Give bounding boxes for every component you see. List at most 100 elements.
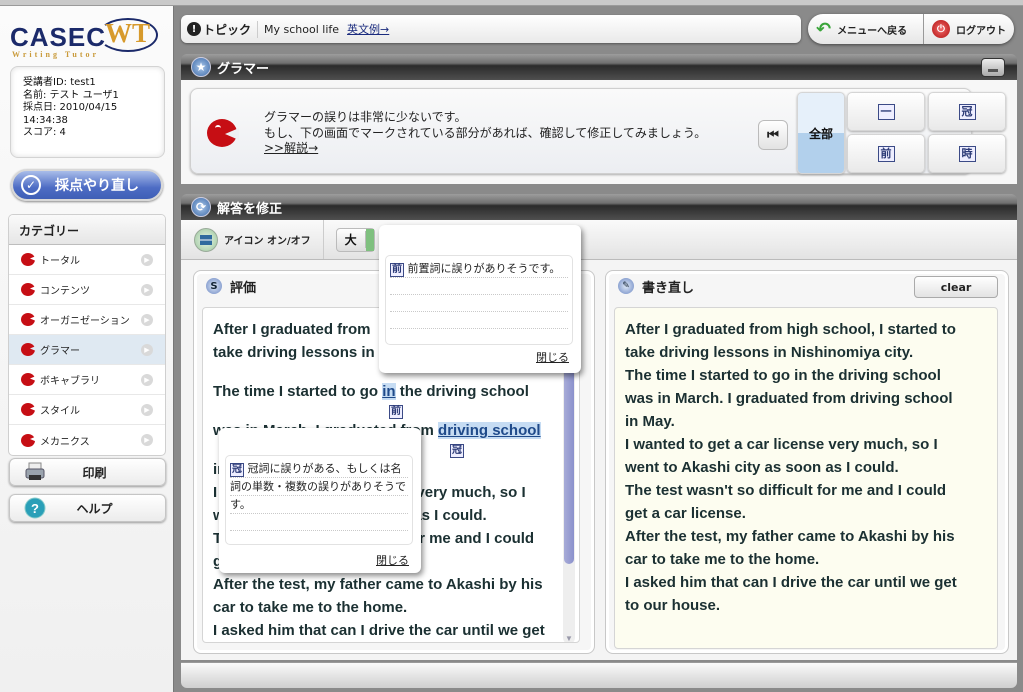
help-button[interactable]: ? ヘルプ: [9, 494, 166, 522]
text-line: The time I started to go in the driving …: [213, 380, 569, 403]
arrow-right-icon: ▶: [141, 344, 153, 356]
popup-text: 冠 冠詞に誤りがある、もしくは名: [230, 460, 408, 478]
evaluation-icon: S: [206, 278, 222, 294]
filter-article-button[interactable]: 冠: [928, 92, 1006, 131]
text-line: take driving lessons in Nishinomiya city…: [625, 344, 914, 361]
preposition-mark-icon[interactable]: 前: [389, 405, 403, 419]
grid-icon: [194, 227, 218, 252]
error-highlight-article[interactable]: driving school: [438, 422, 541, 439]
preposition-popup: 前 前置詞に誤りがありそうです。 閉じる: [379, 225, 581, 373]
popup-blank-line: [390, 312, 568, 329]
pacman-icon: [21, 343, 35, 356]
text-line: I wanted to get a car license very much,…: [625, 436, 938, 453]
text-line: get a car license.: [625, 505, 746, 522]
refresh-icon: ⟳: [191, 197, 211, 217]
arrow-right-icon: ▶: [141, 254, 153, 266]
logout-button[interactable]: ⏻ ログアウト: [924, 14, 1006, 44]
icon-toggle-label: アイコン オン/オフ: [224, 236, 311, 247]
arrow-right-icon: ▶: [141, 284, 153, 296]
example-essay-link[interactable]: 英文例→: [347, 21, 389, 37]
text-line: After the test, my father came to Akashi…: [213, 576, 543, 593]
logo-casec: CASEC: [10, 22, 107, 52]
filter-tense-button[interactable]: 時: [928, 134, 1006, 173]
popup-message: 詞の単数・複数の誤りがありそうで: [230, 478, 408, 496]
popup-close-link[interactable]: 閉じる: [536, 349, 569, 365]
category-label: スタイル: [40, 406, 80, 417]
article-mark-icon[interactable]: 冠: [450, 444, 464, 458]
grammar-panel-header: ★ グラマー: [181, 54, 1017, 80]
nav-buttons: ↶ メニューへ戻る ⏻ ログアウト: [808, 14, 1014, 44]
filter-preposition-label: 前: [877, 145, 895, 162]
popup-text: 前 前置詞に誤りがありそうです。: [390, 260, 568, 278]
text-line: car to take me to the home.: [213, 599, 408, 616]
category-label: メカニクス: [40, 436, 90, 448]
message-line-2: もし、下の画面でマークされている部分があれば、確認して修正してみましょう。: [264, 125, 707, 140]
icon-toggle-button[interactable]: アイコン オン/オフ: [181, 220, 324, 259]
help-label: ヘルプ: [76, 501, 113, 516]
popup-blank-line: [230, 514, 408, 531]
scroll-down-icon[interactable]: ▼: [565, 627, 573, 642]
filter-preposition-button[interactable]: 前: [847, 134, 925, 173]
grammar-message: グラマーの誤りは非常に少ないです。 もし、下の画面でマークされている部分があれば…: [264, 110, 706, 157]
check-icon: ✓: [21, 175, 41, 195]
rewrite-panel: ✎ 書き直し clear After I graduated from high…: [605, 270, 1009, 654]
category-item-style[interactable]: スタイル ▶: [9, 395, 165, 425]
score: スコア: 4: [23, 127, 66, 139]
minimize-button[interactable]: [981, 58, 1005, 77]
power-icon: ⏻: [932, 20, 950, 38]
text-line: car to take me to the home.: [625, 551, 820, 568]
scoring-date: 採点日: 2010/04/15: [23, 102, 118, 114]
clear-button[interactable]: clear: [914, 276, 998, 298]
grammar-panel-body: グラマーの誤りは非常に少ないです。 もし、下の画面でマークされている部分があれば…: [181, 80, 1017, 184]
text-line: was in March. I graduated from driving s…: [625, 390, 953, 407]
sidebar: CASEC WT Writing Tutor 受講者ID: test1 名前: …: [0, 6, 174, 692]
filter-all-button[interactable]: 全部: [797, 92, 845, 174]
text-line: After the test, my father came to Akashi…: [625, 528, 955, 545]
text-line: The test wasn't so difficult for me and …: [625, 482, 947, 499]
logo-wt: WT: [105, 18, 151, 48]
category-label: グラマー: [40, 346, 80, 357]
article-popup: 冠 冠詞に誤りがある、もしくは名 詞の単数・複数の誤りがありそうで す。 閉じる: [219, 428, 421, 573]
topic-value: My school life: [264, 22, 340, 36]
arrow-right-icon: ▶: [141, 374, 153, 386]
text-size-toggle[interactable]: 大: [335, 227, 375, 252]
popup-message: 冠詞に誤りがある、もしくは名: [247, 462, 402, 475]
fix-toolbar: アイコン オン/オフ 大: [181, 220, 1017, 260]
category-item-total[interactable]: トータル ▶: [9, 245, 165, 275]
category-label: ボキャブラリ: [40, 376, 100, 387]
info-icon: !: [187, 22, 201, 36]
error-highlight-preposition[interactable]: in: [382, 383, 396, 400]
text-line: I asked him that can I drive the car unt…: [625, 574, 957, 591]
category-label: オーガニゼーション: [40, 316, 130, 327]
text-line: I asked him that can I drive the car unt…: [213, 622, 545, 639]
explanation-link[interactable]: >>解説→: [264, 141, 318, 155]
category-item-organization[interactable]: オーガニゼーション ▶: [9, 305, 165, 335]
category-item-contents[interactable]: コンテンツ ▶: [9, 275, 165, 305]
grammar-panel-title: グラマー: [217, 61, 270, 77]
category-item-mechanics[interactable]: メカニクス ▶: [9, 425, 165, 455]
back-to-menu-button[interactable]: ↶ メニューへ戻る: [808, 14, 924, 44]
star-icon: ★: [191, 57, 211, 77]
size-indicator: [365, 228, 374, 251]
redo-scoring-button[interactable]: ✓ 採点やり直し: [11, 169, 163, 201]
pacman-icon: [21, 283, 35, 296]
article-badge-icon: 冠: [230, 463, 244, 477]
back-to-menu-label: メニューへ戻る: [837, 25, 908, 37]
category-list: カテゴリー トータル ▶ コンテンツ ▶ オーガニゼーション ▶ グラマー ▶ ボキャブ…: [8, 214, 166, 456]
popup-close-link[interactable]: 閉じる: [376, 552, 409, 568]
filter-ichi-button[interactable]: 一: [847, 92, 925, 131]
arrow-right-icon: ▶: [141, 404, 153, 416]
pacman-icon: [21, 373, 35, 386]
topic-label: トピック: [203, 20, 259, 38]
back-arrow-icon: ↶: [816, 18, 832, 40]
user-id: 受講者ID: test1: [23, 77, 96, 88]
rewrite-textarea[interactable]: After I graduated from high school, I st…: [614, 307, 998, 649]
popup-content: 冠 冠詞に誤りがある、もしくは名 詞の単数・複数の誤りがありそうで す。: [225, 455, 413, 545]
pacman-icon: [21, 403, 35, 416]
first-page-button[interactable]: ⏮: [758, 120, 788, 150]
message-line-1: グラマーの誤りは非常に少ないです。: [264, 110, 467, 124]
category-item-grammar[interactable]: グラマー ▶: [9, 335, 165, 365]
print-button[interactable]: 印刷: [9, 458, 166, 486]
category-item-vocabulary[interactable]: ボキャブラリ ▶: [9, 365, 165, 395]
pacman-icon: [21, 313, 35, 326]
